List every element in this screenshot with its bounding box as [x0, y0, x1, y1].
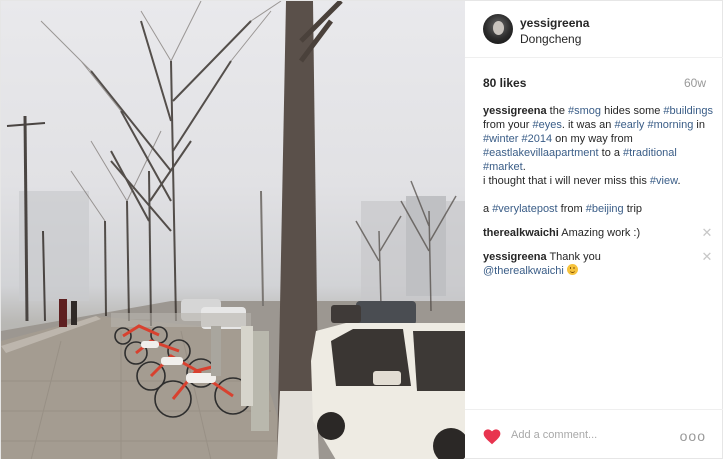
comment-mention[interactable]: @therealkwaichi [483, 265, 564, 277]
close-icon[interactable]: ✕ [701, 250, 713, 263]
close-icon[interactable]: ✕ [701, 226, 713, 239]
post-photo[interactable] [1, 1, 465, 459]
caption-text: on my way from [552, 133, 633, 145]
add-comment-input[interactable]: Add a comment... [511, 429, 597, 441]
comment-text: Thank you [546, 251, 601, 263]
smile-emoji [566, 264, 578, 275]
caption-text: from your [483, 119, 533, 131]
hashtag-link[interactable]: #morning [647, 119, 693, 131]
comments-list: yessigreena the #smog hides some #buildi… [483, 104, 713, 288]
caption-text: hides some [601, 105, 664, 117]
street-scene-image [1, 1, 465, 459]
comment-item: yessigreena Thank you @therealkwaichi ✕ [483, 250, 713, 278]
hashtag-link[interactable]: #2014 [522, 133, 553, 145]
hashtag-link[interactable]: #beijing [586, 203, 624, 215]
comment-item: therealkwaichi Amazing work :) ✕ [483, 226, 713, 240]
caption-text: . [522, 161, 526, 173]
more-options-icon[interactable]: ooo [680, 428, 706, 444]
caption-text: . [677, 175, 681, 187]
instagram-post: yessigreena Dongcheng 80 likes 60w yessi… [0, 0, 723, 459]
hashtag-link[interactable]: #buildings [663, 105, 713, 117]
comment-username[interactable]: therealkwaichi [483, 227, 559, 239]
hashtag-link[interactable]: #traditional [623, 147, 677, 159]
hashtag-link[interactable]: #market [483, 161, 523, 173]
post-sidebar: yessigreena Dongcheng 80 likes 60w yessi… [465, 1, 723, 459]
post-header: yessigreena Dongcheng [465, 1, 723, 58]
caption-text: to a [598, 147, 624, 159]
hashtag-link[interactable]: #verylatepost [492, 203, 557, 215]
caption-text: from [557, 203, 586, 215]
caption-text: i thought that i will never miss this [483, 175, 650, 187]
comment-username[interactable]: yessigreena [483, 251, 547, 263]
post-caption: yessigreena the #smog hides some #buildi… [483, 104, 713, 216]
avatar[interactable] [483, 14, 513, 44]
hashtag-link[interactable]: #early [614, 119, 644, 131]
caption-text: the [546, 105, 569, 117]
hashtag-link[interactable]: #view [650, 175, 678, 187]
post-footer: Add a comment... ooo [465, 409, 723, 459]
caption-text: . it was an [561, 119, 615, 131]
comment-text: Amazing work :) [558, 227, 641, 239]
heart-icon[interactable] [483, 429, 501, 445]
hashtag-link[interactable]: #eastlakevillaapartment [483, 147, 599, 159]
hashtag-link[interactable]: #eyes [533, 119, 562, 131]
hashtag-link[interactable]: #winter [483, 133, 518, 145]
post-location[interactable]: Dongcheng [520, 32, 581, 46]
post-age[interactable]: 60w [684, 76, 706, 90]
caption-text: trip [623, 203, 643, 215]
caption-text: a [483, 203, 493, 215]
caption-text: in [693, 119, 705, 131]
caption-username[interactable]: yessigreena [483, 105, 547, 117]
author-username[interactable]: yessigreena [520, 16, 589, 30]
likes-count[interactable]: 80 likes [483, 76, 526, 90]
hashtag-link[interactable]: #smog [568, 105, 601, 117]
